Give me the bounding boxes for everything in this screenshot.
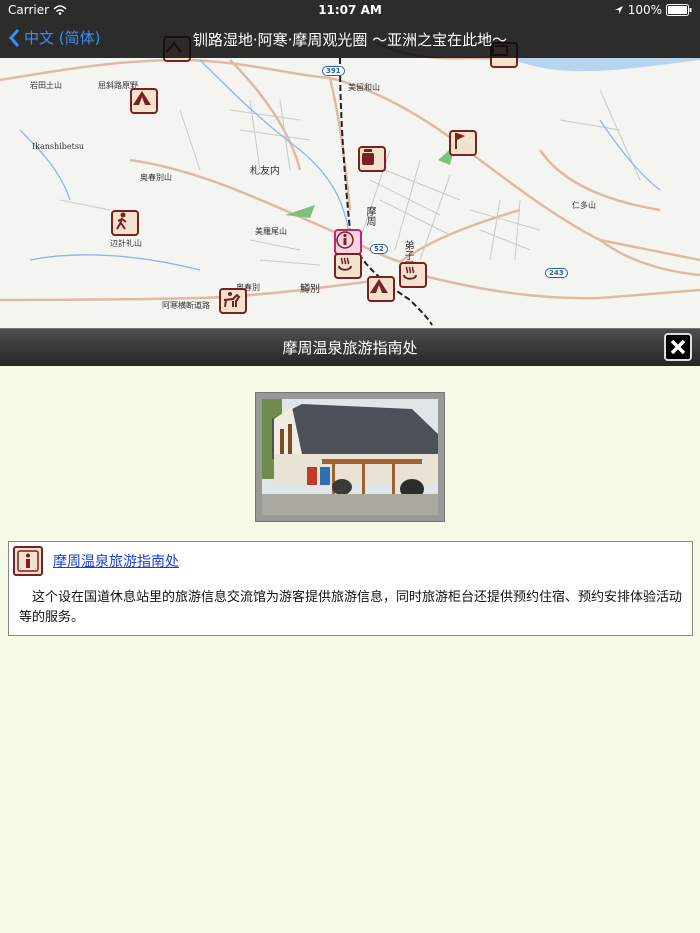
onsen-marker[interactable] — [399, 262, 427, 288]
map-place-label: 岩田土山 — [30, 81, 62, 90]
hiker-icon — [116, 212, 127, 230]
map-place-label: 鱒別 — [300, 284, 320, 295]
map-place-label: 札友内 — [250, 166, 280, 177]
info-icon — [336, 231, 354, 249]
map-place-label: 辺計礼山 — [110, 239, 142, 248]
bottle-icon — [362, 149, 374, 165]
status-bar: Carrier 11:07 AM 100% — [0, 0, 700, 20]
facility-description: 这个设在国道休息站里的旅游信息交流馆为游客提供旅游信息，同时旅游柜台还提供预约住… — [19, 590, 683, 625]
building-photo — [262, 399, 438, 515]
info-marker-selected[interactable] — [334, 229, 362, 255]
route-number: 52 — [370, 244, 388, 254]
top-bar: Carrier 11:07 AM 100% 中文 (简体) 钏路湿地·阿寒·摩周… — [0, 0, 700, 58]
facility-link[interactable]: 摩周温泉旅游指南处 — [53, 551, 179, 571]
map-place-label: 美羅尾山 — [255, 227, 287, 236]
info-card: 摩周温泉旅游指南处 这个设在国道休息站里的旅游信息交流馆为游客提供旅游信息，同时… — [8, 541, 693, 636]
navigation-bar: 中文 (简体) 钏路湿地·阿寒·摩周观光圈 ～亚洲之宝在此地～ — [0, 20, 700, 58]
map-place-label: 奥春別山 — [140, 173, 172, 182]
detail-title: 摩周温泉旅游指南处 — [282, 339, 418, 357]
hiking-marker[interactable] — [111, 210, 139, 236]
camp-marker[interactable] — [130, 88, 158, 114]
route-number: 243 — [545, 268, 568, 278]
map-place-label: Ikanshibetsu — [32, 142, 85, 151]
close-button[interactable] — [664, 333, 692, 361]
onsen-marker[interactable] — [334, 253, 362, 279]
page-title: 钏路湿地·阿寒·摩周观光圈 ～亚洲之宝在此地～ — [192, 31, 508, 49]
hot-spring-icon — [338, 257, 352, 271]
map-place-label: 美留和山 — [348, 83, 380, 92]
camp-marker[interactable] — [367, 276, 395, 302]
hot-spring-icon — [403, 266, 417, 280]
map-place-label: 仁多山 — [572, 201, 596, 210]
route-number: 391 — [322, 66, 345, 76]
info-category-icon — [13, 546, 43, 576]
info-icon — [17, 550, 39, 572]
map-place-label: 摩周 — [364, 206, 375, 226]
horse-icon — [223, 292, 241, 308]
detail-header: 摩周温泉旅游指南处 — [0, 328, 700, 366]
horse-riding-marker[interactable] — [219, 288, 247, 314]
tent-icon — [133, 91, 151, 105]
golf-marker[interactable] — [449, 130, 477, 156]
map-place-label: 阿寒横断道路 — [162, 301, 210, 310]
shop-marker[interactable] — [358, 146, 386, 172]
tent-icon — [370, 279, 388, 293]
flag-icon — [455, 133, 465, 149]
close-icon — [670, 339, 686, 355]
status-time: 11:07 AM — [318, 3, 382, 17]
facility-photo — [255, 392, 445, 522]
